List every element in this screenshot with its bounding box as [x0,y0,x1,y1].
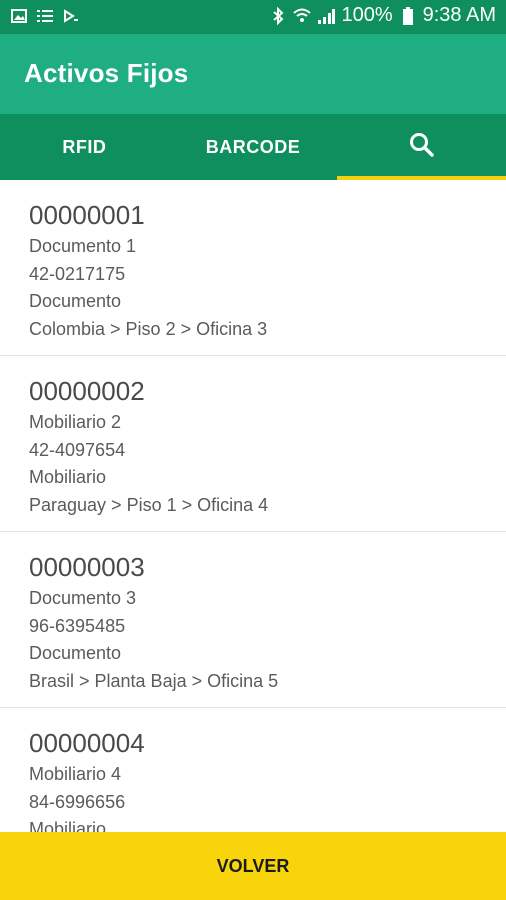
asset-code: 00000003 [29,552,145,582]
list-item[interactable]: 00000002 Mobiliario 2 42-4097654 Mobilia… [0,356,506,532]
asset-type: Mobiliario [29,819,107,832]
asset-ref: 42-4097654 [29,440,126,460]
page-title: Activos Fijos [24,58,189,88]
list-item[interactable]: 00000001 Documento 1 42-0217175 Document… [0,180,506,356]
status-bar: 100% 9:38 AM [0,0,506,34]
clock: 9:38 AM [422,4,496,26]
status-right-icons: 100% 9:38 AM [269,4,496,27]
volver-label: VOLVER [216,855,290,876]
status-left-icons [10,7,80,25]
asset-ref: 96-6395485 [29,616,126,636]
signal-icon [317,7,336,25]
image-icon [10,7,28,25]
asset-list[interactable]: 00000001 Documento 1 42-0217175 Document… [0,180,506,832]
asset-type: Mobiliario [29,467,107,487]
asset-name: Mobiliario 4 [29,764,122,784]
asset-location: Brasil > Planta Baja > Oficina 5 [29,671,279,691]
list-item[interactable]: 00000004 Mobiliario 4 84-6996656 Mobilia… [0,708,506,832]
cast-icon [62,7,80,25]
tab-barcode[interactable]: BARCODE [169,114,338,180]
asset-location: Colombia > Piso 2 > Oficina 3 [29,319,268,339]
tab-label: RFID [62,136,107,157]
asset-code: 00000002 [29,376,145,406]
app-bar: Activos Fijos [0,34,506,114]
tab-search[interactable] [337,114,506,180]
asset-name: Mobiliario 2 [29,412,122,432]
wifi-icon [293,7,312,25]
bluetooth-icon [269,6,287,25]
volver-button[interactable]: VOLVER [0,832,506,900]
asset-ref: 84-6996656 [29,792,126,812]
asset-code: 00000001 [29,200,145,230]
tab-label: BARCODE [205,136,301,157]
asset-name: Documento 1 [29,236,137,256]
asset-ref: 42-0217175 [29,264,126,284]
list-item[interactable]: 00000003 Documento 3 96-6395485 Document… [0,532,506,708]
battery-percent: 100% [341,4,393,26]
asset-type: Documento [29,291,122,311]
tab-bar: RFID BARCODE [0,114,506,180]
tab-rfid[interactable]: RFID [0,114,169,180]
asset-code: 00000004 [29,728,145,758]
battery-icon [399,6,417,25]
asset-type: Documento [29,643,122,663]
search-icon [409,132,435,163]
asset-location: Paraguay > Piso 1 > Oficina 4 [29,495,269,515]
asset-name: Documento 3 [29,588,137,608]
list-icon [36,7,54,25]
